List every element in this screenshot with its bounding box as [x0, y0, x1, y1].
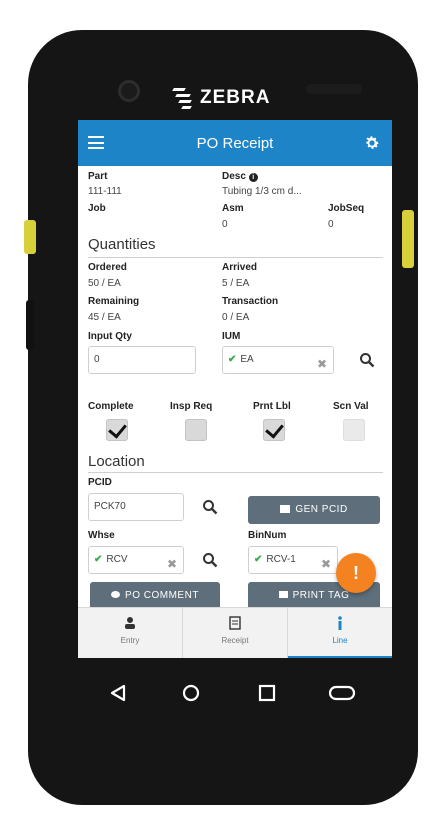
whse-search-icon[interactable]	[202, 552, 218, 568]
tab-receipt[interactable]: Receipt	[183, 608, 287, 658]
complete-checkbox[interactable]	[106, 419, 128, 441]
ordered-value: 50 / EA	[88, 278, 121, 289]
pcid-search-icon[interactable]	[202, 499, 218, 515]
binnum-field[interactable]: ✔ RCV-1 ✖	[248, 546, 338, 574]
remaining-label: Remaining	[88, 296, 140, 307]
bottom-tab-bar: Entry Receipt Line	[78, 607, 392, 658]
quantities-heading: Quantities	[88, 236, 156, 253]
clear-icon[interactable]: ✖	[317, 351, 327, 377]
asm-label: Asm	[222, 203, 244, 214]
part-label: Part	[88, 171, 108, 182]
assist-icon[interactable]	[328, 684, 356, 702]
checkmark-icon	[108, 419, 127, 439]
alert-fab-button[interactable]: !	[336, 553, 376, 593]
location-heading: Location	[88, 453, 145, 470]
transaction-value: 0 / EA	[222, 312, 250, 323]
input-qty-field[interactable]: 0	[88, 346, 196, 374]
binnum-value: RCV-1	[266, 554, 296, 565]
valid-check-icon: ✔	[254, 554, 263, 565]
tab-line[interactable]: Line	[288, 608, 392, 658]
divider	[88, 257, 383, 258]
job-label: Job	[88, 203, 106, 214]
whse-label: Whse	[88, 530, 115, 541]
desc-value: Tubing 1/3 cm d...	[222, 186, 302, 197]
po-comment-button[interactable]: PO COMMENT	[90, 582, 220, 610]
speaker-grille	[306, 84, 362, 94]
info-icon	[338, 616, 342, 630]
ium-field[interactable]: ✔ EA ✖	[222, 346, 334, 374]
home-icon[interactable]	[182, 684, 200, 702]
arrived-label: Arrived	[222, 262, 258, 273]
gen-pcid-button[interactable]: GEN PCID	[248, 496, 380, 524]
transaction-label: Transaction	[222, 296, 279, 307]
prnt-lbl-label: Prnt Lbl	[253, 401, 291, 412]
part-value: 111-111	[88, 186, 122, 197]
jobseq-label: JobSeq	[328, 203, 365, 214]
ium-value: EA	[240, 354, 254, 365]
complete-label: Complete	[88, 401, 134, 412]
comment-icon	[111, 591, 121, 598]
valid-check-icon: ✔	[228, 354, 237, 365]
zebra-head-icon	[170, 86, 196, 110]
left-scan-button[interactable]	[24, 220, 36, 254]
document-icon	[229, 616, 241, 630]
front-camera	[118, 80, 140, 102]
clear-icon[interactable]: ✖	[167, 551, 177, 577]
jobseq-value: 0	[328, 219, 334, 230]
brand-name: ZEBRA	[200, 87, 271, 108]
input-qty-label: Input Qty	[88, 331, 132, 342]
page-title: PO Receipt	[196, 135, 274, 152]
zebra-logo: ZEBRA	[170, 84, 270, 112]
back-icon[interactable]	[110, 684, 126, 702]
valid-check-icon: ✔	[94, 554, 103, 565]
checkmark-icon	[265, 419, 284, 439]
volume-button[interactable]	[26, 300, 34, 350]
ium-label: IUM	[222, 331, 241, 342]
asm-value: 0	[222, 219, 228, 230]
scn-val-checkbox[interactable]	[343, 419, 365, 441]
clear-icon[interactable]: ✖	[321, 551, 331, 577]
binnum-label: BinNum	[248, 530, 287, 541]
insp-req-label: Insp Req	[170, 401, 213, 412]
whse-value: RCV	[106, 554, 128, 565]
divider	[88, 472, 383, 473]
app-screen: PO Receipt Part 111-111 Desc i Tubing 1/…	[78, 120, 392, 658]
pcid-label: PCID	[88, 477, 112, 488]
desc-label: Desc i	[222, 171, 258, 182]
tab-entry[interactable]: Entry	[78, 608, 182, 658]
card-icon	[280, 505, 291, 513]
user-icon	[125, 617, 135, 629]
arrived-value: 5 / EA	[222, 278, 250, 289]
right-scan-button[interactable]	[402, 210, 414, 268]
recents-icon[interactable]	[258, 684, 276, 702]
insp-req-checkbox[interactable]	[185, 419, 207, 441]
info-icon[interactable]: i	[248, 173, 258, 182]
ordered-label: Ordered	[88, 262, 127, 273]
line-form: Part 111-111 Desc i Tubing 1/3 cm d... J…	[78, 166, 392, 610]
pcid-field[interactable]: PCK70	[88, 493, 184, 521]
remaining-value: 45 / EA	[88, 312, 121, 323]
whse-field[interactable]: ✔ RCV ✖	[88, 546, 184, 574]
scn-val-label: Scn Val	[333, 401, 369, 412]
android-nav-bar	[78, 658, 392, 730]
ium-search-icon[interactable]	[359, 352, 375, 368]
app-bar: PO Receipt	[78, 120, 392, 166]
print-icon	[278, 591, 288, 598]
prnt-lbl-checkbox[interactable]	[263, 419, 285, 441]
settings-gear-icon[interactable]	[363, 134, 381, 152]
